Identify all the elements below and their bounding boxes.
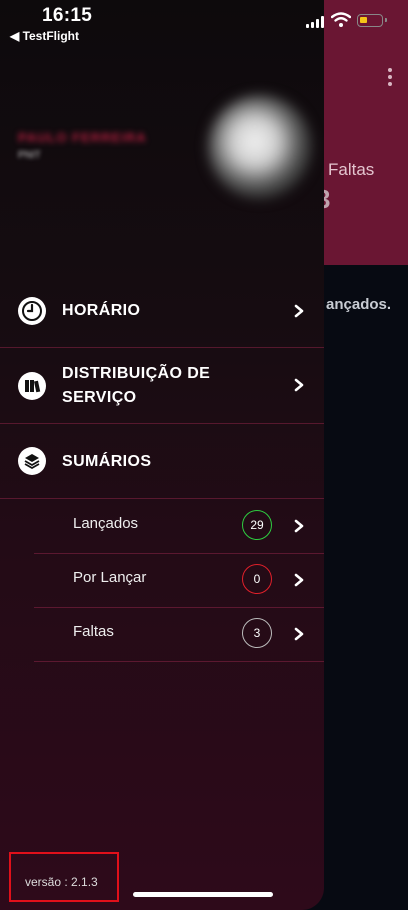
menu-label-distribuicao-servico: DISTRIBUIÇÃO DE SERVIÇO: [62, 365, 211, 406]
home-indicator[interactable]: [133, 892, 273, 897]
menu-item-horario[interactable]: HORÁRIO: [0, 275, 324, 348]
subitem-por-lancar[interactable]: Por Lançar 0: [34, 553, 324, 608]
battery-icon: [357, 14, 387, 27]
status-time: 16:15: [42, 5, 93, 26]
side-drawer: 16:15 ◀ TestFlight PAULO FERREIRA PNIT H…: [0, 0, 324, 910]
count-badge: 29: [242, 510, 272, 540]
subitem-faltas[interactable]: Faltas 3: [34, 607, 324, 662]
background-lancados-text: ançados.: [326, 296, 392, 313]
version-highlight-box: versão : 2.1.3: [9, 852, 119, 902]
subitem-lancados[interactable]: Lançados 29: [34, 499, 324, 554]
chevron-right-icon: [294, 519, 304, 533]
menu-label-sumarios: SUMÁRIOS: [62, 453, 152, 470]
menu-label-horario: HORÁRIO: [62, 302, 141, 319]
chevron-right-icon: [294, 573, 304, 587]
background-faltas-label: Faltas: [328, 160, 375, 179]
status-icons: [300, 10, 400, 32]
avatar: [208, 95, 312, 199]
chevron-right-icon: [294, 627, 304, 641]
back-label: TestFlight: [22, 29, 79, 43]
more-options-icon[interactable]: [386, 68, 394, 90]
books-icon: [18, 372, 46, 400]
chevron-right-icon: [294, 304, 304, 318]
profile-subtitle: PNIT: [18, 150, 41, 161]
menu-item-sumarios[interactable]: SUMÁRIOS: [0, 424, 324, 499]
chevron-right-icon: [294, 378, 304, 392]
count-badge: 0: [242, 564, 272, 594]
app-version: versão : 2.1.3: [25, 875, 98, 889]
count-badge: 3: [242, 618, 272, 648]
profile-name: PAULO FERREIRA: [18, 130, 147, 145]
menu-item-distribuicao-servico[interactable]: DISTRIBUIÇÃO DE SERVIÇO: [0, 348, 324, 424]
back-to-testflight-link[interactable]: ◀ TestFlight: [10, 29, 79, 43]
cellular-signal-icon: [306, 16, 326, 28]
subitem-label: Por Lançar: [73, 569, 147, 586]
wifi-icon: [331, 12, 351, 27]
subitem-label: Lançados: [73, 515, 139, 532]
subitem-label: Faltas: [73, 623, 114, 640]
clock-icon: [18, 297, 46, 325]
layers-icon: [18, 447, 46, 475]
